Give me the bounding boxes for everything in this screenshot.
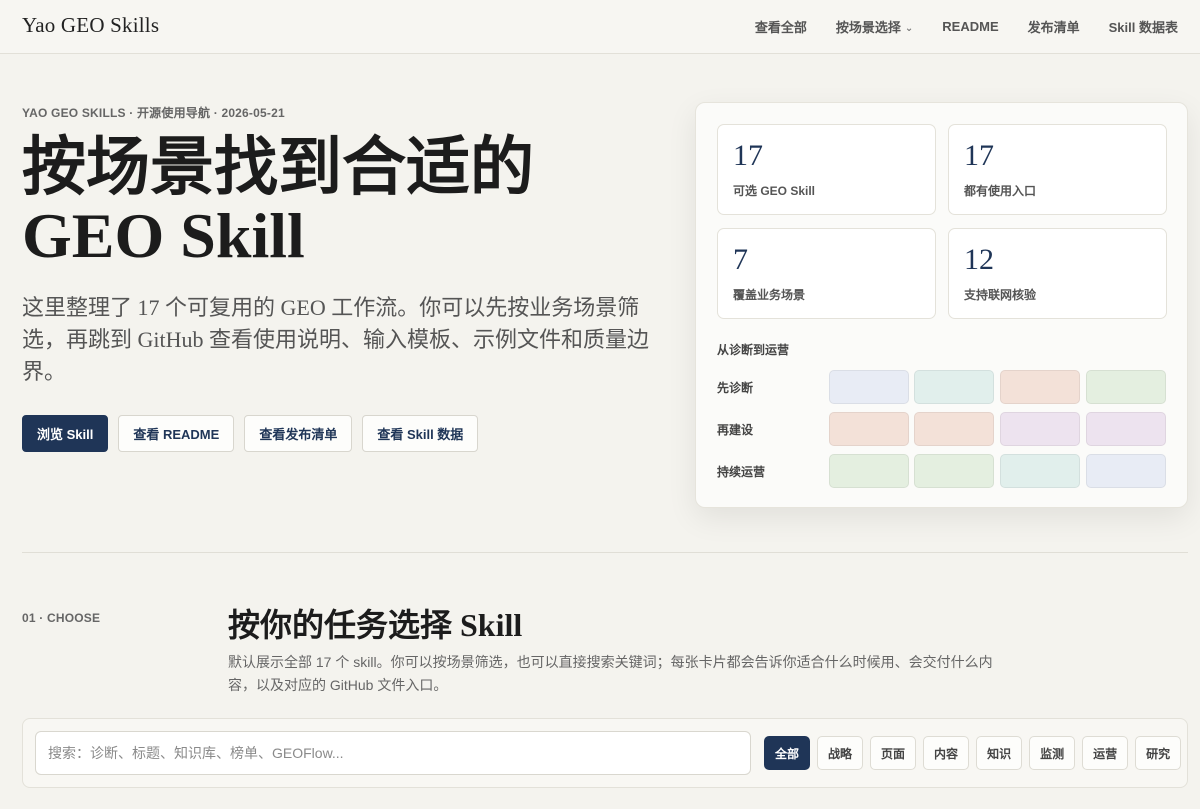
stat-value: 7	[733, 243, 748, 276]
section-divider	[22, 552, 1188, 553]
stat-value: 17	[733, 139, 763, 172]
stat-label: 都有使用入口	[964, 184, 1037, 198]
view-release-list-button[interactable]: 查看发布清单	[244, 415, 353, 452]
filter-bar: 全部 战略 页面 内容 知识 监测 运营 研究	[22, 718, 1188, 788]
filter-all[interactable]: 全部	[764, 736, 811, 770]
filter-knowledge[interactable]: 知识	[976, 736, 1023, 770]
flow-row-operate: 持续运营	[717, 454, 1167, 488]
stat-card: 12 支持联网核验	[948, 228, 1167, 319]
browse-skill-button[interactable]: 浏览 Skill	[22, 415, 109, 452]
flow-title: 从诊断到运营	[717, 343, 790, 357]
category-filters: 全部 战略 页面 内容 知识 监测 运营 研究	[764, 736, 1182, 770]
hero-eyebrow: YAO GEO SKILLS · 开源使用导航 · 2026-05-21	[22, 106, 285, 120]
flow-chip	[914, 370, 994, 404]
nav-by-scenario[interactable]: 按场景选择 ⌄	[836, 17, 913, 36]
flow-row-label: 再建设	[717, 423, 754, 437]
view-skill-data-button[interactable]: 查看 Skill 数据	[362, 415, 479, 452]
flow-chip	[1086, 412, 1166, 446]
filter-research[interactable]: 研究	[1135, 736, 1182, 770]
flow-chip	[829, 454, 909, 488]
view-readme-button[interactable]: 查看 README	[118, 415, 235, 452]
nav-skill-data[interactable]: Skill 数据表	[1109, 17, 1178, 36]
flow-chip	[1000, 454, 1080, 488]
flow-chip	[1000, 370, 1080, 404]
flow-chip	[1086, 370, 1166, 404]
stat-value: 17	[964, 139, 994, 172]
section-description: 默认展示全部 17 个 skill。你可以按场景筛选，也可以直接搜索关键词；每张…	[228, 654, 993, 693]
hero-description: 这里整理了 17 个可复用的 GEO 工作流。你可以先按业务场景筛选，再跳到 G…	[22, 295, 650, 384]
nav-view-all[interactable]: 查看全部	[755, 17, 807, 36]
stat-card: 17 都有使用入口	[948, 124, 1167, 215]
flow-row-label: 先诊断	[717, 381, 754, 395]
hero-actions: 浏览 Skill 查看 README 查看发布清单 查看 Skill 数据	[22, 415, 479, 452]
stat-label: 支持联网核验	[964, 288, 1037, 302]
overview-panel: 17 可选 GEO Skill 17 都有使用入口 7 覆盖业务场景 12 支持…	[695, 102, 1188, 508]
flow-row-build: 再建设	[717, 412, 1167, 446]
flow-chip	[1086, 454, 1166, 488]
stat-card: 17 可选 GEO Skill	[717, 124, 936, 215]
section-number: 01 · CHOOSE	[22, 611, 101, 625]
filter-monitoring[interactable]: 监测	[1029, 736, 1076, 770]
stat-value: 12	[964, 243, 994, 276]
flow-chip	[829, 412, 909, 446]
filter-content[interactable]: 内容	[923, 736, 970, 770]
flow-row-label: 持续运营	[717, 465, 766, 479]
flow-chip	[914, 412, 994, 446]
search-input[interactable]	[35, 731, 751, 775]
stat-label: 覆盖业务场景	[733, 288, 806, 302]
flow-chip	[1000, 412, 1080, 446]
nav-readme[interactable]: README	[942, 17, 998, 36]
filter-strategy[interactable]: 战略	[817, 736, 864, 770]
brand-logo[interactable]: Yao GEO Skills	[22, 13, 159, 38]
section-title: 按你的任务选择 Skill	[228, 607, 523, 643]
site-header: Yao GEO Skills 查看全部 按场景选择 ⌄ README 发布清单 S…	[0, 0, 1200, 54]
stat-card: 7 覆盖业务场景	[717, 228, 936, 319]
hero-title: 按场景找到合适的 GEO Skill	[22, 132, 534, 271]
nav-release-list[interactable]: 发布清单	[1028, 17, 1080, 36]
flow-chip	[829, 370, 909, 404]
flow-chip	[914, 454, 994, 488]
filter-page[interactable]: 页面	[870, 736, 917, 770]
stat-label: 可选 GEO Skill	[733, 184, 816, 198]
top-nav: 查看全部 按场景选择 ⌄ README 发布清单 Skill 数据表	[755, 17, 1178, 36]
chevron-down-icon: ⌄	[904, 23, 914, 34]
filter-operations[interactable]: 运营	[1082, 736, 1129, 770]
flow-row-diagnose: 先诊断	[717, 370, 1167, 404]
